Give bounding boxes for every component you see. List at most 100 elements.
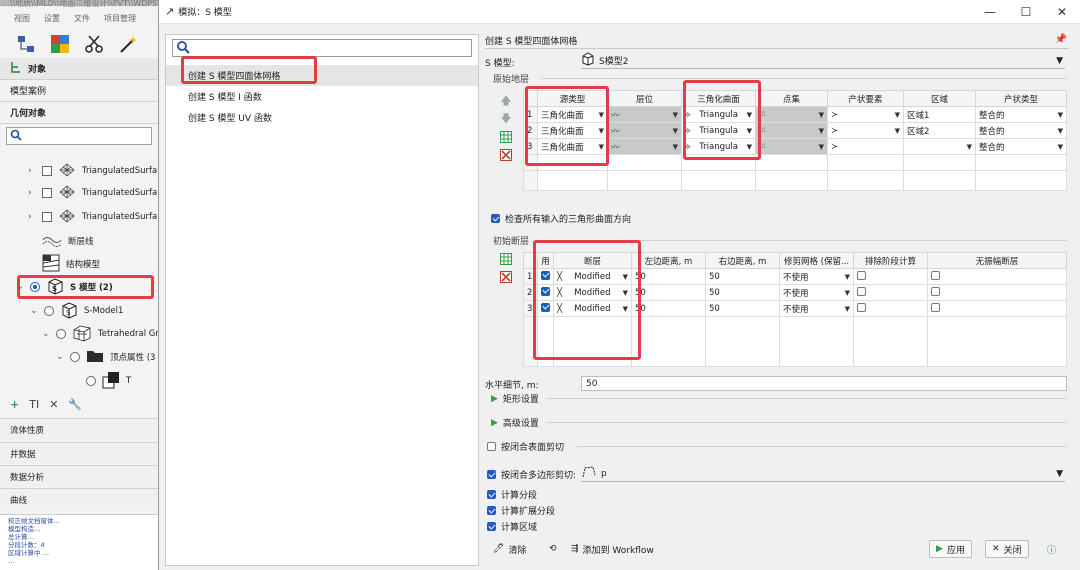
scissors-icon[interactable] <box>82 32 106 56</box>
add-icon[interactable]: + <box>10 398 19 411</box>
chevron-down-icon[interactable]: ⌄ <box>30 306 38 316</box>
menu-file[interactable]: 文件 <box>74 13 90 24</box>
left-dist-cell[interactable]: 50 <box>631 300 706 317</box>
no-amp-cell[interactable] <box>927 300 1067 317</box>
adv-settings-expander[interactable]: ▶ 高级设置 <box>491 416 539 430</box>
empty-cell[interactable] <box>681 170 756 191</box>
dip-cell[interactable]: ≻ ▼ <box>827 106 904 123</box>
horizon-cell[interactable]: 〰 ▼ <box>607 122 682 139</box>
source-type-cell[interactable]: 三角化曲面 ▼ <box>537 106 608 123</box>
empty-cell[interactable] <box>607 154 682 171</box>
region-cell[interactable]: ▼ <box>903 138 976 155</box>
tree-item-smodel[interactable]: ⌄ S S 模型 (2) <box>16 276 113 298</box>
apply-button[interactable]: ▶ 应用 <box>929 540 972 558</box>
move-up-icon[interactable]: 🡅 <box>499 94 513 108</box>
attitude-cell[interactable]: 整合的 ▼ <box>975 138 1067 155</box>
empty-cell[interactable] <box>681 154 756 171</box>
section-well-data[interactable]: 井数据 <box>0 442 158 464</box>
table-row[interactable]: 3 ╳ Modified ▼ 50 50 不使用 ▼ <box>523 300 1067 317</box>
magic-wand-icon[interactable] <box>116 32 140 56</box>
tree-item-tetra-grid[interactable]: ⌄ Tetrahedral Gr <box>42 323 159 345</box>
close-surface-cut-row[interactable]: 按闭合表面剪切 <box>487 440 564 453</box>
source-type-cell[interactable]: 三角化曲面 ▼ <box>537 138 608 155</box>
check-direction-checkbox[interactable] <box>491 214 500 223</box>
tree-item-surface-1[interactable]: › TriangulatedSurfa <box>28 160 157 182</box>
horiz-detail-input[interactable]: 50 <box>581 376 1067 391</box>
hierarchy-icon[interactable] <box>14 32 38 56</box>
chevron-right-icon[interactable]: › <box>28 212 36 222</box>
table-row[interactable]: 1 ╳ Modified ▼ 50 50 不使用 ▼ <box>523 268 1067 285</box>
checkbox[interactable] <box>42 212 52 222</box>
close-poly-cut-checkbox[interactable] <box>487 470 496 479</box>
chevron-right-icon[interactable]: › <box>28 188 36 198</box>
tree-item-structural-model[interactable]: 结构模型 <box>42 253 100 275</box>
source-type-cell[interactable]: 三角化曲面 ▼ <box>537 122 608 139</box>
right-dist-cell[interactable]: 50 <box>705 300 780 317</box>
exclude-checkbox[interactable] <box>857 302 866 312</box>
empty-cell[interactable] <box>631 316 706 367</box>
calc-zones-checkbox[interactable] <box>487 522 496 531</box>
region-cell[interactable]: 区域2 <box>903 122 976 139</box>
check-direction-row[interactable]: 检查所有输入的三角形曲面方向 <box>491 212 631 225</box>
fault-cell[interactable]: ╳ Modified ▼ <box>553 300 632 317</box>
radio[interactable] <box>44 306 54 316</box>
use-cell[interactable] <box>537 284 554 301</box>
empty-cell[interactable] <box>975 154 1067 171</box>
section-fluid[interactable]: 流体性质 <box>0 418 158 440</box>
right-dist-cell[interactable]: 50 <box>705 284 780 301</box>
table-row[interactable]: 3 三角化曲面 ▼ 〰 ▼ ⟡ Triangula ▼ ⁙ ▼ ≻ ▼ 整合的 ▼ <box>523 138 1067 155</box>
use-cell[interactable] <box>537 268 554 285</box>
smodel-radio[interactable] <box>30 282 40 292</box>
menu-project[interactable]: 项目管理 <box>104 13 136 24</box>
chevron-down-icon[interactable]: ⌄ <box>16 282 24 292</box>
calc-ext-segments-row[interactable]: 计算扩展分段 <box>487 504 555 517</box>
horizon-cell[interactable]: 〰 ▼ <box>607 138 682 155</box>
close-surface-cut-checkbox[interactable] <box>487 442 496 451</box>
chevron-right-icon[interactable]: › <box>28 166 36 176</box>
checkbox[interactable] <box>42 188 52 198</box>
close-poly-cut-row[interactable]: 按闭合多边形剪切: <box>487 468 576 481</box>
tree-item-surface-2[interactable]: › TriangulatedSurfa <box>28 182 157 204</box>
wrench-icon[interactable]: 🔧 <box>68 398 82 411</box>
delete-row-icon[interactable] <box>499 270 513 284</box>
no-amp-cell[interactable] <box>927 268 1067 285</box>
radio[interactable] <box>86 376 96 386</box>
table-row[interactable]: 1 三角化曲面 ▼ 〰 ▼ ⟡ Triangula ▼ ⁙ ▼ ≻ ▼ 区域1 整合的 ▼ <box>523 106 1067 123</box>
add-workflow-button[interactable]: ⇶ 添加到 Workflow <box>565 540 660 558</box>
refresh-button[interactable]: ⟲ <box>543 540 563 558</box>
empty-cell[interactable] <box>779 316 854 367</box>
surface-cell[interactable]: ⟡ Triangula ▼ <box>681 106 756 123</box>
add-row-icon[interactable] <box>499 130 513 144</box>
empty-cell[interactable] <box>827 154 904 171</box>
exclude-checkbox[interactable] <box>857 270 866 280</box>
tree-item-fault-lines[interactable]: 断层线 <box>42 230 94 252</box>
horizon-cell[interactable]: 〰 ▼ <box>607 106 682 123</box>
fault-cell[interactable]: ╳ Modified ▼ <box>553 268 632 285</box>
trim-cell[interactable]: 不使用 ▼ <box>779 300 854 317</box>
fault-cell[interactable]: ╳ Modified ▼ <box>553 284 632 301</box>
empty-cell[interactable] <box>755 170 828 191</box>
move-down-icon[interactable]: 🡇 <box>499 112 513 126</box>
trim-cell[interactable]: 不使用 ▼ <box>779 268 854 285</box>
radio[interactable] <box>70 352 80 362</box>
table-row[interactable]: 2 ╳ Modified ▼ 50 50 不使用 ▼ <box>523 284 1067 301</box>
exclude-checkbox[interactable] <box>857 286 866 296</box>
model-instances-tab[interactable]: 模型案例 <box>0 80 158 102</box>
calc-zones-row[interactable]: 计算区域 <box>487 520 537 533</box>
tool-create-tetra-mesh[interactable]: 创建 S 模型四面体网格 <box>166 65 478 86</box>
objects-search-input[interactable] <box>6 127 152 145</box>
clear-button[interactable]: 🖊 清除 <box>487 540 532 558</box>
empty-cell[interactable] <box>553 316 632 367</box>
add-row-icon[interactable] <box>499 252 513 266</box>
empty-cell[interactable] <box>975 170 1067 191</box>
tool-search-input[interactable] <box>172 39 472 57</box>
left-dist-cell[interactable]: 50 <box>631 284 706 301</box>
calc-segments-checkbox[interactable] <box>487 490 496 499</box>
tree-item-T[interactable]: T <box>86 370 131 392</box>
exclude-cell[interactable] <box>853 300 928 317</box>
table-row[interactable]: 2 三角化曲面 ▼ 〰 ▼ ⟡ Triangula ▼ ⁙ ▼ ≻ ▼ 区域2 整合的 ▼ <box>523 122 1067 139</box>
use-checkbox[interactable] <box>541 302 550 312</box>
pointset-cell[interactable]: ⁙ ▼ <box>755 106 828 123</box>
exclude-cell[interactable] <box>853 284 928 301</box>
delete-icon[interactable]: ✕ <box>49 398 58 411</box>
